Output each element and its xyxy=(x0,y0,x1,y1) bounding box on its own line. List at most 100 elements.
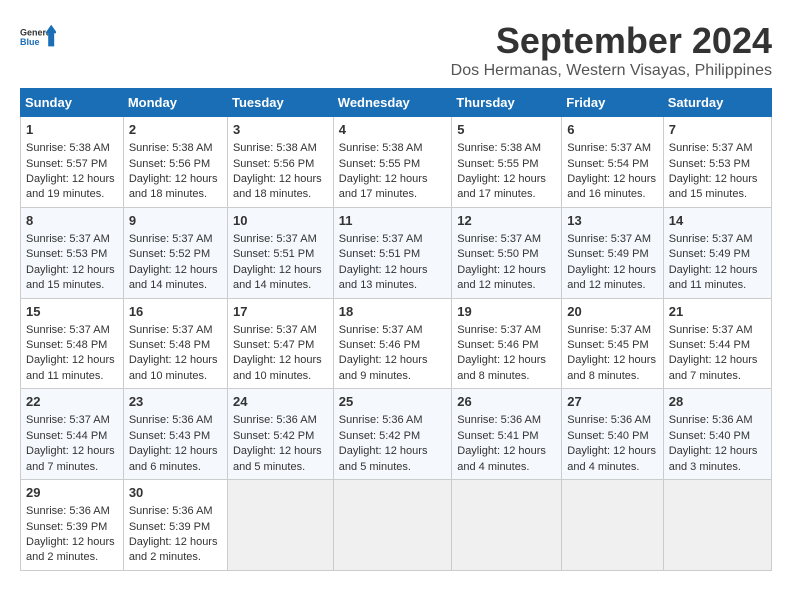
sunrise-label: Sunrise: 5:37 AM xyxy=(457,233,541,245)
sunset-label: Sunset: 5:49 PM xyxy=(567,248,648,260)
sunrise-label: Sunrise: 5:38 AM xyxy=(129,142,213,154)
sunrise-label: Sunrise: 5:37 AM xyxy=(26,324,110,336)
daylight-label: Daylight: 12 hours and 18 minutes. xyxy=(129,173,218,200)
header-sunday: Sunday xyxy=(21,89,124,117)
calendar-cell-w4-d0: 22 Sunrise: 5:37 AM Sunset: 5:44 PM Dayl… xyxy=(21,389,124,480)
calendar-cell-w4-d3: 25 Sunrise: 5:36 AM Sunset: 5:42 PM Dayl… xyxy=(333,389,451,480)
day-number: 6 xyxy=(567,121,657,139)
sunrise-label: Sunrise: 5:36 AM xyxy=(567,414,651,426)
header-friday: Friday xyxy=(562,89,663,117)
day-number: 5 xyxy=(457,121,556,139)
sunrise-label: Sunrise: 5:36 AM xyxy=(669,414,753,426)
sunrise-label: Sunrise: 5:37 AM xyxy=(339,324,423,336)
calendar-cell-w2-d4: 12 Sunrise: 5:37 AM Sunset: 5:50 PM Dayl… xyxy=(452,207,562,298)
sunset-label: Sunset: 5:39 PM xyxy=(26,521,107,533)
header-tuesday: Tuesday xyxy=(227,89,333,117)
page-subtitle: Dos Hermanas, Western Visayas, Philippin… xyxy=(451,62,772,80)
calendar-cell-w5-d6 xyxy=(663,480,771,571)
calendar-cell-w2-d2: 10 Sunrise: 5:37 AM Sunset: 5:51 PM Dayl… xyxy=(227,207,333,298)
sunrise-label: Sunrise: 5:36 AM xyxy=(233,414,317,426)
day-number: 30 xyxy=(129,484,222,502)
header-saturday: Saturday xyxy=(663,89,771,117)
calendar-cell-w3-d3: 18 Sunrise: 5:37 AM Sunset: 5:46 PM Dayl… xyxy=(333,298,451,389)
calendar-cell-w1-d0: 1 Sunrise: 5:38 AM Sunset: 5:57 PM Dayli… xyxy=(21,117,124,208)
day-number: 17 xyxy=(233,303,328,321)
calendar-cell-w3-d0: 15 Sunrise: 5:37 AM Sunset: 5:48 PM Dayl… xyxy=(21,298,124,389)
sunrise-label: Sunrise: 5:37 AM xyxy=(567,142,651,154)
daylight-label: Daylight: 12 hours and 7 minutes. xyxy=(26,445,115,472)
day-number: 20 xyxy=(567,303,657,321)
day-number: 27 xyxy=(567,393,657,411)
day-number: 26 xyxy=(457,393,556,411)
sunrise-label: Sunrise: 5:37 AM xyxy=(669,142,753,154)
header-wednesday: Wednesday xyxy=(333,89,451,117)
sunrise-label: Sunrise: 5:37 AM xyxy=(233,233,317,245)
daylight-label: Daylight: 12 hours and 14 minutes. xyxy=(129,264,218,291)
sunset-label: Sunset: 5:49 PM xyxy=(669,248,750,260)
sunrise-label: Sunrise: 5:37 AM xyxy=(26,414,110,426)
daylight-label: Daylight: 12 hours and 15 minutes. xyxy=(26,264,115,291)
sunrise-label: Sunrise: 5:37 AM xyxy=(457,324,541,336)
daylight-label: Daylight: 12 hours and 18 minutes. xyxy=(233,173,322,200)
calendar-cell-w5-d3 xyxy=(333,480,451,571)
day-number: 18 xyxy=(339,303,446,321)
sunset-label: Sunset: 5:42 PM xyxy=(233,430,314,442)
calendar-week-3: 15 Sunrise: 5:37 AM Sunset: 5:48 PM Dayl… xyxy=(21,298,772,389)
sunset-label: Sunset: 5:40 PM xyxy=(669,430,750,442)
sunrise-label: Sunrise: 5:37 AM xyxy=(669,233,753,245)
sunset-label: Sunset: 5:43 PM xyxy=(129,430,210,442)
daylight-label: Daylight: 12 hours and 8 minutes. xyxy=(457,354,546,381)
sunset-label: Sunset: 5:48 PM xyxy=(129,339,210,351)
sunset-label: Sunset: 5:54 PM xyxy=(567,158,648,170)
sunset-label: Sunset: 5:47 PM xyxy=(233,339,314,351)
calendar-cell-w3-d5: 20 Sunrise: 5:37 AM Sunset: 5:45 PM Dayl… xyxy=(562,298,663,389)
daylight-label: Daylight: 12 hours and 2 minutes. xyxy=(26,536,115,563)
day-number: 14 xyxy=(669,212,766,230)
daylight-label: Daylight: 12 hours and 11 minutes. xyxy=(26,354,115,381)
daylight-label: Daylight: 12 hours and 14 minutes. xyxy=(233,264,322,291)
daylight-label: Daylight: 12 hours and 17 minutes. xyxy=(339,173,428,200)
day-number: 21 xyxy=(669,303,766,321)
calendar-cell-w3-d2: 17 Sunrise: 5:37 AM Sunset: 5:47 PM Dayl… xyxy=(227,298,333,389)
calendar-week-1: 1 Sunrise: 5:38 AM Sunset: 5:57 PM Dayli… xyxy=(21,117,772,208)
daylight-label: Daylight: 12 hours and 17 minutes. xyxy=(457,173,546,200)
calendar-cell-w2-d5: 13 Sunrise: 5:37 AM Sunset: 5:49 PM Dayl… xyxy=(562,207,663,298)
calendar-week-4: 22 Sunrise: 5:37 AM Sunset: 5:44 PM Dayl… xyxy=(21,389,772,480)
sunrise-label: Sunrise: 5:36 AM xyxy=(457,414,541,426)
sunset-label: Sunset: 5:42 PM xyxy=(339,430,420,442)
day-number: 28 xyxy=(669,393,766,411)
day-number: 24 xyxy=(233,393,328,411)
calendar-cell-w1-d3: 4 Sunrise: 5:38 AM Sunset: 5:55 PM Dayli… xyxy=(333,117,451,208)
sunset-label: Sunset: 5:41 PM xyxy=(457,430,538,442)
calendar-header-row: SundayMondayTuesdayWednesdayThursdayFrid… xyxy=(21,89,772,117)
day-number: 25 xyxy=(339,393,446,411)
daylight-label: Daylight: 12 hours and 9 minutes. xyxy=(339,354,428,381)
calendar-cell-w1-d5: 6 Sunrise: 5:37 AM Sunset: 5:54 PM Dayli… xyxy=(562,117,663,208)
header-thursday: Thursday xyxy=(452,89,562,117)
sunset-label: Sunset: 5:52 PM xyxy=(129,248,210,260)
sunrise-label: Sunrise: 5:36 AM xyxy=(339,414,423,426)
daylight-label: Daylight: 12 hours and 5 minutes. xyxy=(233,445,322,472)
page-title: September 2024 xyxy=(451,20,772,62)
day-number: 13 xyxy=(567,212,657,230)
calendar-cell-w5-d1: 30 Sunrise: 5:36 AM Sunset: 5:39 PM Dayl… xyxy=(123,480,227,571)
daylight-label: Daylight: 12 hours and 6 minutes. xyxy=(129,445,218,472)
logo-svg: General Blue xyxy=(20,20,56,56)
sunset-label: Sunset: 5:44 PM xyxy=(26,430,107,442)
calendar-cell-w5-d0: 29 Sunrise: 5:36 AM Sunset: 5:39 PM Dayl… xyxy=(21,480,124,571)
calendar-cell-w4-d5: 27 Sunrise: 5:36 AM Sunset: 5:40 PM Dayl… xyxy=(562,389,663,480)
calendar-cell-w1-d1: 2 Sunrise: 5:38 AM Sunset: 5:56 PM Dayli… xyxy=(123,117,227,208)
sunset-label: Sunset: 5:53 PM xyxy=(669,158,750,170)
calendar-cell-w1-d2: 3 Sunrise: 5:38 AM Sunset: 5:56 PM Dayli… xyxy=(227,117,333,208)
daylight-label: Daylight: 12 hours and 10 minutes. xyxy=(233,354,322,381)
day-number: 29 xyxy=(26,484,118,502)
day-number: 4 xyxy=(339,121,446,139)
day-number: 1 xyxy=(26,121,118,139)
sunrise-label: Sunrise: 5:38 AM xyxy=(457,142,541,154)
calendar-cell-w2-d6: 14 Sunrise: 5:37 AM Sunset: 5:49 PM Dayl… xyxy=(663,207,771,298)
calendar-cell-w5-d5 xyxy=(562,480,663,571)
sunrise-label: Sunrise: 5:37 AM xyxy=(339,233,423,245)
sunrise-label: Sunrise: 5:38 AM xyxy=(233,142,317,154)
sunrise-label: Sunrise: 5:37 AM xyxy=(129,324,213,336)
daylight-label: Daylight: 12 hours and 15 minutes. xyxy=(669,173,758,200)
